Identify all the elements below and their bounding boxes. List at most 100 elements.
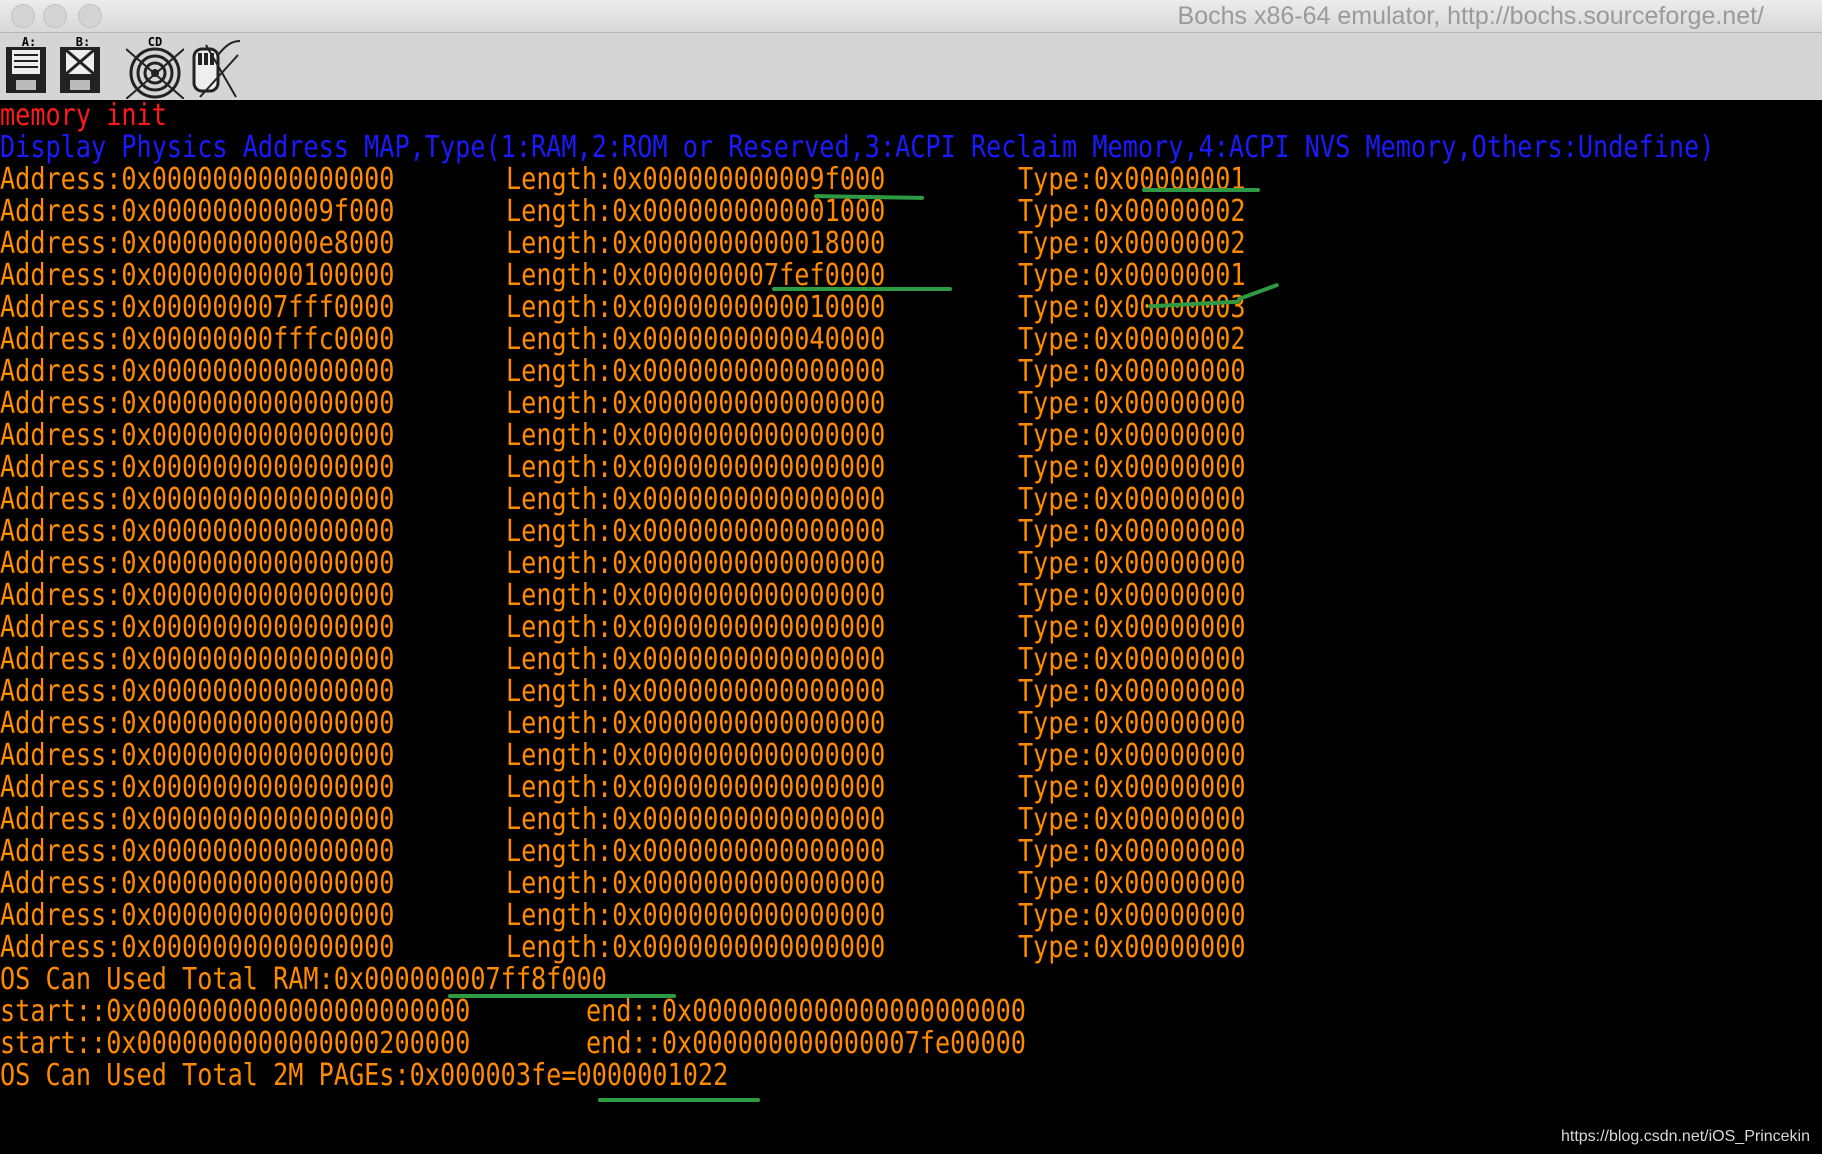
console-header-map-legend: Display Physics Address MAP,Type(1:RAM,2… <box>0 130 1715 165</box>
total-ram-line: OS Can Used Total RAM:0x000000007ff8f000 <box>0 962 607 997</box>
address-cell: Address:0x0000000000000000 <box>0 450 395 485</box>
length-cell: Length:0x0000000000000000 <box>506 450 886 485</box>
mouse-icon <box>192 40 241 98</box>
address-cell: Address:0x0000000000000000 <box>0 482 395 517</box>
length-cell: Length:0x0000000000000000 <box>506 610 886 645</box>
address-cell: Address:0x000000007fff0000 <box>0 290 395 325</box>
range-start: start::0x0000000000000000200000 <box>0 1026 471 1061</box>
length-cell: Length:0x0000000000000000 <box>506 930 886 965</box>
address-cell: Address:0x0000000000000000 <box>0 514 395 549</box>
emulator-screen[interactable]: memory init Display Physics Address MAP,… <box>0 100 1822 1154</box>
length-cell: Length:0x0000000000000000 <box>506 706 886 741</box>
length-cell: Length:0x000000000009f000 <box>506 162 886 197</box>
type-cell: Type:0x00000000 <box>1018 354 1246 389</box>
zoom-window-button[interactable] <box>78 4 102 28</box>
address-cell: Address:0x00000000000e8000 <box>0 226 395 261</box>
total-pages-line: OS Can Used Total 2M PAGEs:0x000003fe=00… <box>0 1058 729 1093</box>
length-cell: Length:0x0000000000000000 <box>506 482 886 517</box>
type-cell: Type:0x00000000 <box>1018 546 1246 581</box>
length-cell: Length:0x0000000000040000 <box>506 322 886 357</box>
type-cell: Type:0x00000000 <box>1018 386 1246 421</box>
bochs-toolbar: A: B: CD <box>0 33 1822 100</box>
length-cell: Length:0x0000000000000000 <box>506 354 886 389</box>
address-cell: Address:0x0000000000000000 <box>0 642 395 677</box>
address-cell: Address:0x0000000000000000 <box>0 738 395 773</box>
window-titlebar: Bochs x86-64 emulator, http://bochs.sour… <box>0 0 1822 33</box>
length-cell: Length:0x0000000000000000 <box>506 578 886 613</box>
address-cell: Address:0x0000000000000000 <box>0 674 395 709</box>
address-cell: Address:0x0000000000000000 <box>0 354 395 389</box>
minimize-window-button[interactable] <box>43 4 67 28</box>
floppy-a-label: A: <box>21 35 37 49</box>
length-cell: Length:0x0000000000000000 <box>506 386 886 421</box>
length-cell: Length:0x0000000000000000 <box>506 834 886 869</box>
length-cell: Length:0x0000000000001000 <box>506 194 886 229</box>
type-cell: Type:0x00000000 <box>1018 706 1246 741</box>
type-cell: Type:0x00000000 <box>1018 642 1246 677</box>
length-cell: Length:0x0000000000000000 <box>506 642 886 677</box>
length-cell: Length:0x0000000000000000 <box>506 866 886 901</box>
type-cell: Type:0x00000000 <box>1018 514 1246 549</box>
annotation-underline <box>772 287 952 291</box>
type-cell: Type:0x00000000 <box>1018 866 1246 901</box>
cdrom-label: CD <box>147 35 163 49</box>
window-title: Bochs x86-64 emulator, http://bochs.sour… <box>1177 2 1764 30</box>
length-cell: Length:0x0000000000000000 <box>506 770 886 805</box>
console-header-memory-init: memory init <box>0 98 167 133</box>
length-cell: Length:0x0000000000000000 <box>506 802 886 837</box>
watermark: https://blog.csdn.net/iOS_Princekin <box>1560 1128 1810 1145</box>
range-end: end::0x000000000000007fe00000 <box>586 1026 1026 1061</box>
type-cell: Type:0x00000001 <box>1018 258 1246 293</box>
address-cell: Address:0x0000000000000000 <box>0 802 395 837</box>
address-cell: Address:0x0000000000000000 <box>0 898 395 933</box>
address-cell: Address:0x000000000009f000 <box>0 194 395 229</box>
address-cell: Address:0x0000000000000000 <box>0 546 395 581</box>
type-cell: Type:0x00000002 <box>1018 194 1246 229</box>
cdrom-button[interactable]: CD <box>126 35 184 99</box>
type-cell: Type:0x00000000 <box>1018 898 1246 933</box>
address-cell: Address:0x0000000000000000 <box>0 578 395 613</box>
length-cell: Length:0x0000000000000000 <box>506 514 886 549</box>
address-cell: Address:0x0000000000000000 <box>0 770 395 805</box>
address-cell: Address:0x0000000000000000 <box>0 866 395 901</box>
type-cell: Type:0x00000000 <box>1018 802 1246 837</box>
length-cell: Length:0x0000000000000000 <box>506 898 886 933</box>
floppy-a-button[interactable]: A: <box>0 35 58 99</box>
range-start: start::0x0000000000000000000000 <box>0 994 471 1029</box>
type-cell: Type:0x00000000 <box>1018 834 1246 869</box>
address-cell: Address:0x0000000000000000 <box>0 418 395 453</box>
length-cell: Length:0x0000000000018000 <box>506 226 886 261</box>
type-cell: Type:0x00000000 <box>1018 418 1246 453</box>
type-cell: Type:0x00000000 <box>1018 450 1246 485</box>
length-cell: Length:0x0000000000000000 <box>506 546 886 581</box>
address-cell: Address:0x0000000000000000 <box>0 930 395 965</box>
length-cell: Length:0x0000000000000000 <box>506 738 886 773</box>
annotation-underline <box>448 994 676 998</box>
type-cell: Type:0x00000002 <box>1018 322 1246 357</box>
type-cell: Type:0x00000000 <box>1018 770 1246 805</box>
address-cell: Address:0x0000000000100000 <box>0 258 395 293</box>
type-cell: Type:0x00000000 <box>1018 674 1246 709</box>
length-cell: Length:0x0000000000000000 <box>506 674 886 709</box>
type-cell: Type:0x00000000 <box>1018 738 1246 773</box>
type-cell: Type:0x00000002 <box>1018 226 1246 261</box>
mouse-capture-button[interactable] <box>186 35 244 99</box>
type-cell: Type:0x00000000 <box>1018 930 1246 965</box>
address-cell: Address:0x0000000000000000 <box>0 834 395 869</box>
floppy-b-button[interactable]: B: <box>54 35 112 99</box>
address-cell: Address:0x0000000000000000 <box>0 162 395 197</box>
type-cell: Type:0x00000000 <box>1018 482 1246 517</box>
floppy-b-label: B: <box>75 35 91 49</box>
address-cell: Address:0x00000000fffc0000 <box>0 322 395 357</box>
type-cell: Type:0x00000000 <box>1018 578 1246 613</box>
annotation-underline <box>598 1098 760 1102</box>
close-window-button[interactable] <box>11 4 35 28</box>
address-cell: Address:0x0000000000000000 <box>0 610 395 645</box>
address-cell: Address:0x0000000000000000 <box>0 386 395 421</box>
type-cell: Type:0x00000003 <box>1018 290 1246 325</box>
annotation-underline <box>1142 188 1260 192</box>
length-cell: Length:0x0000000000000000 <box>506 418 886 453</box>
length-cell: Length:0x0000000000010000 <box>506 290 886 325</box>
range-end: end::0x0000000000000000000000 <box>586 994 1026 1029</box>
address-cell: Address:0x0000000000000000 <box>0 706 395 741</box>
